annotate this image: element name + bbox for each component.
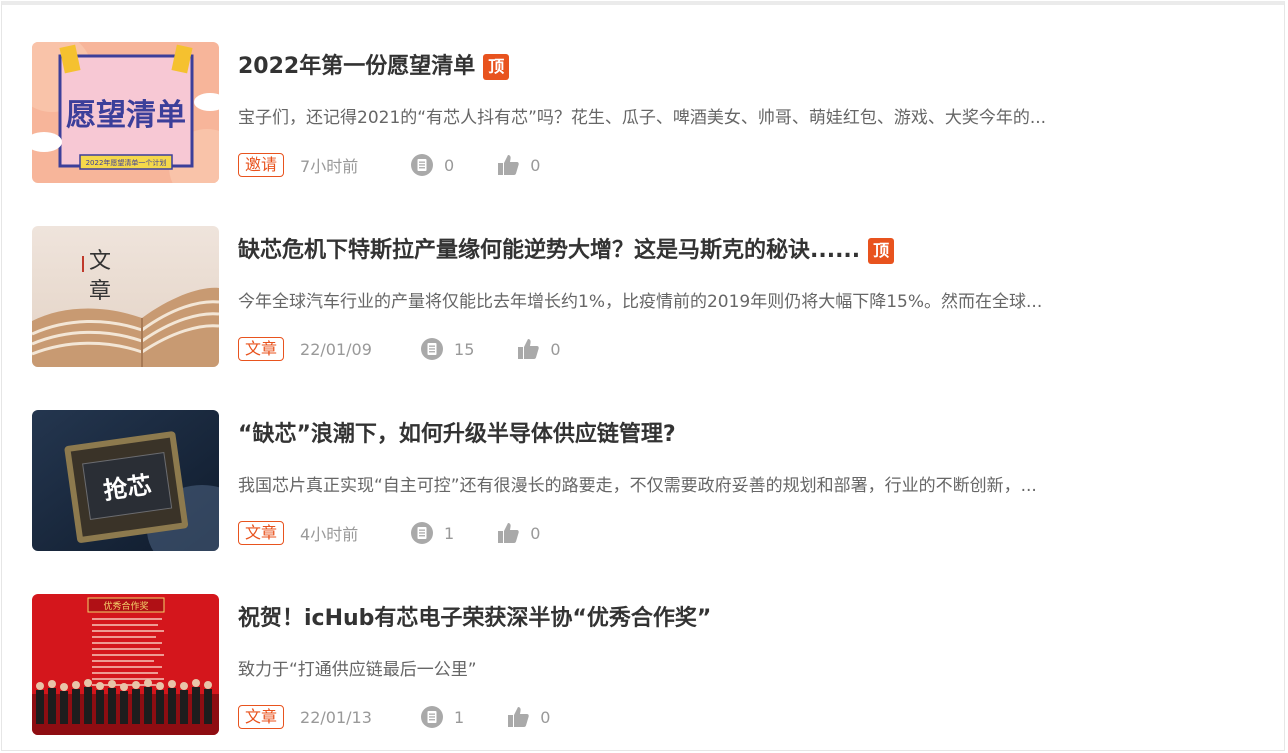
article-title[interactable]: 2022年第一份愿望清单 xyxy=(238,52,475,82)
like-count[interactable]: 0 xyxy=(506,705,550,729)
like-count-value: 0 xyxy=(540,707,551,727)
like-count[interactable]: 0 xyxy=(516,337,561,361)
article-time: 22/01/09 xyxy=(300,339,372,359)
comment-count-value: 15 xyxy=(454,339,475,359)
like-count-value: 0 xyxy=(530,155,541,175)
like-count-value: 0 xyxy=(550,339,561,359)
article-thumbnail-chip[interactable]: 抢芯 xyxy=(32,410,219,551)
article-item[interactable]: 愿望清单 2022年愿望清单一个计划 2022年第一份愿望清单 顶 宝子们，还记… xyxy=(32,42,1262,184)
article-title-row[interactable]: 缺芯危机下特斯拉产量缘何能逆势大增？这是马斯克的秘诀...... 顶 xyxy=(238,236,895,266)
article-tag[interactable]: 文章 xyxy=(238,705,285,729)
article-feed: 愿望清单 2022年愿望清单一个计划 2022年第一份愿望清单 顶 宝子们，还记… xyxy=(2,5,1284,750)
article-tag[interactable]: 文章 xyxy=(238,521,285,545)
article-time: 22/01/13 xyxy=(300,707,372,727)
comment-count[interactable]: 15 xyxy=(420,337,474,361)
award-ceremony-illustration: 优秀合作奖 xyxy=(32,594,219,735)
article-item[interactable]: 优秀合作奖 祝贺！icHub有芯电子荣获深半协“优秀合作奖” 致力于“打通供应链… xyxy=(32,594,1262,736)
article-feed-panel: 愿望清单 2022年愿望清单一个计划 2022年第一份愿望清单 顶 宝子们，还记… xyxy=(1,1,1285,751)
article-summary[interactable]: 宝子们，还记得2021的“有芯人抖有芯”吗？花生、瓜子、啤酒美女、帅哥、萌娃红包… xyxy=(238,103,1258,133)
article-body: 祝贺！icHub有芯电子荣获深半协“优秀合作奖” 致力于“打通供应链最后一公里”… xyxy=(238,594,1262,735)
comment-count-value: 1 xyxy=(444,523,455,543)
article-title[interactable]: 祝贺！icHub有芯电子荣获深半协“优秀合作奖” xyxy=(238,604,711,634)
article-tag[interactable]: 邀请 xyxy=(238,153,285,177)
comment-count-value: 1 xyxy=(454,707,465,727)
article-body: 2022年第一份愿望清单 顶 宝子们，还记得2021的“有芯人抖有芯”吗？花生、… xyxy=(238,42,1262,183)
wishlist-illustration: 愿望清单 2022年愿望清单一个计划 xyxy=(32,42,219,183)
wishlist-thumb-text: 愿望清单 xyxy=(66,98,186,133)
article-body: “缺芯”浪潮下，如何升级半导体供应链管理? 我国芯片真正实现“自主可控”还有很漫… xyxy=(238,410,1262,551)
pinned-badge: 顶 xyxy=(483,54,510,80)
article-body: 缺芯危机下特斯拉产量缘何能逆势大增？这是马斯克的秘诀...... 顶 今年全球汽… xyxy=(238,226,1262,367)
article-title-row[interactable]: 祝贺！icHub有芯电子荣获深半协“优秀合作奖” xyxy=(238,604,711,634)
article-meta: 文章 22/01/13 1 0 xyxy=(238,703,592,731)
thumbs-up-icon xyxy=(496,153,520,177)
article-summary[interactable]: 致力于“打通供应链最后一公里” xyxy=(238,655,1258,685)
comment-icon xyxy=(410,521,434,545)
article-summary[interactable]: 我国芯片真正实现“自主可控”还有很漫长的路要走，不仅需要政府妥善的规划和部署，行… xyxy=(238,471,1258,501)
article-meta: 邀请 7小时前 0 0 xyxy=(238,151,582,179)
article-thumbnail-book[interactable]: 文 章 xyxy=(32,226,219,367)
comment-icon xyxy=(420,705,444,729)
comment-count-value: 0 xyxy=(444,155,455,175)
article-thumbnail-wishlist[interactable]: 愿望清单 2022年愿望清单一个计划 xyxy=(32,42,219,183)
article-summary[interactable]: 今年全球汽车行业的产量将仅能比去年增长约1%，比疫情前的2019年则仍将大幅下降… xyxy=(238,287,1258,317)
article-time: 4小时前 xyxy=(300,525,359,544)
award-thumb-text: 优秀合作奖 xyxy=(103,600,148,612)
comment-count[interactable]: 0 xyxy=(410,153,454,177)
comment-icon xyxy=(410,153,434,177)
open-book-illustration: 文 章 xyxy=(32,226,219,367)
comment-count[interactable]: 1 xyxy=(410,521,454,545)
article-tag[interactable]: 文章 xyxy=(238,337,285,361)
like-count-value: 0 xyxy=(530,523,541,543)
wishlist-thumb-subtext: 2022年愿望清单一个计划 xyxy=(86,158,167,167)
article-meta: 文章 22/01/09 15 0 xyxy=(238,335,603,363)
article-item[interactable]: 文 章 缺芯危机下特斯拉产量缘何能逆势大增？这是马斯克的秘诀...... 顶 今… xyxy=(32,226,1262,368)
chip-illustration: 抢芯 xyxy=(32,410,219,551)
article-title[interactable]: 缺芯危机下特斯拉产量缘何能逆势大增？这是马斯克的秘诀...... xyxy=(238,236,860,266)
like-count[interactable]: 0 xyxy=(496,153,540,177)
thumbs-up-icon xyxy=(516,337,540,361)
article-time: 7小时前 xyxy=(300,157,359,176)
thumbs-up-icon xyxy=(496,521,520,545)
pinned-badge: 顶 xyxy=(868,238,895,264)
comment-icon xyxy=(420,337,444,361)
book-thumb-text-1: 文 xyxy=(89,249,111,274)
article-title[interactable]: “缺芯”浪潮下，如何升级半导体供应链管理? xyxy=(238,420,676,450)
article-thumbnail-award[interactable]: 优秀合作奖 xyxy=(32,594,219,735)
article-title-row[interactable]: 2022年第一份愿望清单 顶 xyxy=(238,52,510,82)
thumbs-up-icon xyxy=(506,705,530,729)
like-count[interactable]: 0 xyxy=(496,521,540,545)
article-item[interactable]: 抢芯 “缺芯”浪潮下，如何升级半导体供应链管理? 我国芯片真正实现“自主可控”还… xyxy=(32,410,1262,552)
article-title-row[interactable]: “缺芯”浪潮下，如何升级半导体供应链管理? xyxy=(238,420,676,450)
book-thumb-text-2: 章 xyxy=(89,279,111,304)
comment-count[interactable]: 1 xyxy=(420,705,464,729)
article-meta: 文章 4小时前 1 0 xyxy=(238,519,582,547)
